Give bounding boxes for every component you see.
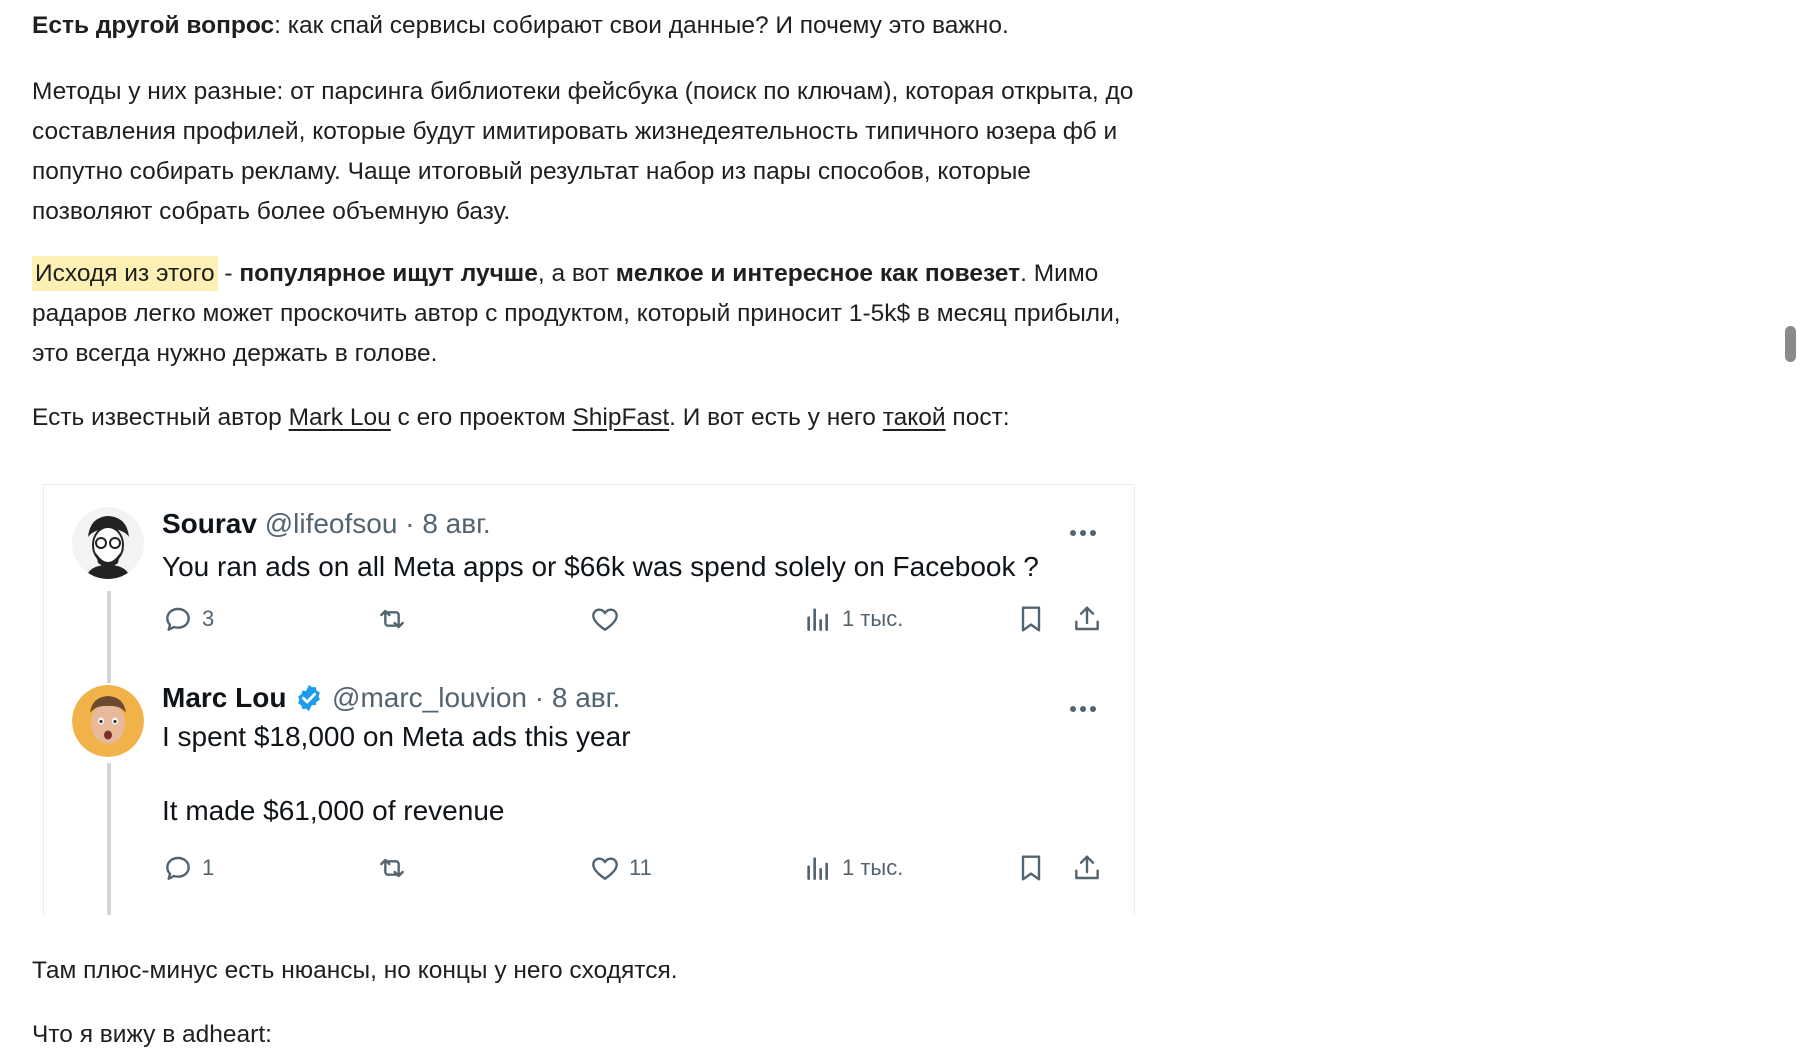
paragraph-nuances: Там плюс-минус есть нюансы, но концы у н… bbox=[32, 957, 678, 984]
views-button[interactable]: 1 тыс. bbox=[802, 603, 903, 635]
views-chart-icon bbox=[807, 857, 828, 880]
bookmark-button[interactable] bbox=[1015, 852, 1047, 884]
like-button[interactable] bbox=[589, 603, 629, 635]
link-post[interactable]: такой bbox=[883, 404, 946, 431]
text-fragment: . И вот есть у него bbox=[669, 404, 883, 431]
link-shipfast[interactable]: ShipFast bbox=[572, 404, 669, 431]
paragraph-question: Есть другой вопрос: как спай сервисы соб… bbox=[32, 6, 1142, 46]
bold-question: Есть другой вопрос bbox=[32, 12, 275, 39]
reply-count: 1 bbox=[202, 855, 215, 880]
more-options-icon[interactable] bbox=[1070, 523, 1104, 536]
paragraph-methods: Методы у них разные: от парсинга библиот… bbox=[32, 78, 1134, 225]
text-fragment: - bbox=[217, 260, 240, 287]
reply-icon bbox=[166, 856, 190, 880]
reply-button[interactable]: 1 bbox=[162, 852, 214, 884]
views-chart-icon bbox=[807, 608, 828, 631]
bookmark-button[interactable] bbox=[1015, 603, 1047, 635]
author-name[interactable]: Sourav bbox=[162, 508, 257, 539]
avatar[interactable] bbox=[72, 685, 144, 757]
paragraph-text: : как спай сервисы собирают свои данные?… bbox=[274, 12, 1009, 39]
avatar[interactable] bbox=[72, 507, 144, 579]
views-button[interactable]: 1 тыс. bbox=[802, 852, 903, 884]
share-button[interactable] bbox=[1071, 603, 1103, 635]
paragraph-author: Есть известный автор Mark Lou с его прое… bbox=[32, 398, 1142, 438]
tweet-marc-lou[interactable]: Marc Lou @marc_louvion · 8 авг. I spent … bbox=[44, 682, 1134, 915]
more-options-icon[interactable] bbox=[1070, 699, 1104, 712]
tweet-text: I spent $18,000 on Meta ads this year It… bbox=[162, 721, 631, 826]
tweet-header: Marc Lou @marc_louvion · 8 авг. bbox=[162, 681, 620, 715]
scrollbar-thumb[interactable] bbox=[1785, 326, 1796, 362]
text-fragment: , а вот bbox=[537, 260, 616, 287]
tweet-embed: Sourav @lifeofsou · 8 авг. You ran ads o… bbox=[43, 484, 1135, 915]
author-name[interactable]: Marc Lou bbox=[162, 682, 286, 713]
text-fragment: с его проектом bbox=[390, 404, 573, 431]
heart-icon bbox=[592, 857, 618, 880]
like-count: 11 bbox=[629, 855, 652, 880]
text-fragment: Есть известный автор bbox=[32, 404, 289, 431]
reply-count: 3 bbox=[202, 606, 215, 631]
paragraph-conclusion: Исходя из этого - популярное ищут лучше,… bbox=[32, 254, 1142, 374]
highlighted-text: Исходя из этого bbox=[32, 256, 218, 291]
share-button[interactable] bbox=[1071, 852, 1103, 884]
tweet-date[interactable]: · 8 авг. bbox=[405, 508, 490, 539]
reply-icon bbox=[166, 607, 190, 631]
paragraph-adheart: Что я вижу в adheart: bbox=[32, 1021, 272, 1048]
author-handle[interactable]: @marc_louvion bbox=[332, 682, 527, 713]
share-icon bbox=[1075, 606, 1099, 631]
views-count: 1 тыс. bbox=[842, 606, 904, 631]
reply-button[interactable]: 3 bbox=[162, 603, 214, 635]
bookmark-icon bbox=[1021, 606, 1041, 632]
retweet-icon bbox=[380, 609, 404, 629]
retweet-button[interactable] bbox=[376, 603, 408, 635]
bold-text: мелкое и интересное как повезет bbox=[615, 260, 1021, 287]
tweet-date[interactable]: · 8 авг. bbox=[535, 682, 620, 713]
like-button[interactable]: 11 bbox=[589, 852, 652, 884]
bookmark-icon bbox=[1021, 855, 1041, 881]
retweet-button[interactable] bbox=[376, 852, 408, 884]
author-handle[interactable]: @lifeofsou bbox=[265, 508, 398, 539]
verified-badge-icon bbox=[298, 684, 321, 712]
share-icon bbox=[1075, 855, 1099, 880]
heart-icon bbox=[592, 608, 618, 631]
tweet-header: Sourav @lifeofsou · 8 авг. bbox=[162, 507, 491, 541]
views-count: 1 тыс. bbox=[842, 855, 904, 880]
text-fragment: пост: bbox=[945, 404, 1010, 431]
tweet-sourav[interactable]: Sourav @lifeofsou · 8 авг. You ran ads o… bbox=[44, 485, 1134, 685]
bold-text: популярное ищут лучше bbox=[239, 260, 538, 287]
link-mark-lou[interactable]: Mark Lou bbox=[289, 404, 391, 431]
retweet-icon bbox=[380, 858, 404, 878]
tweet-text: You ran ads on all Meta apps or $66k was… bbox=[162, 551, 1039, 582]
